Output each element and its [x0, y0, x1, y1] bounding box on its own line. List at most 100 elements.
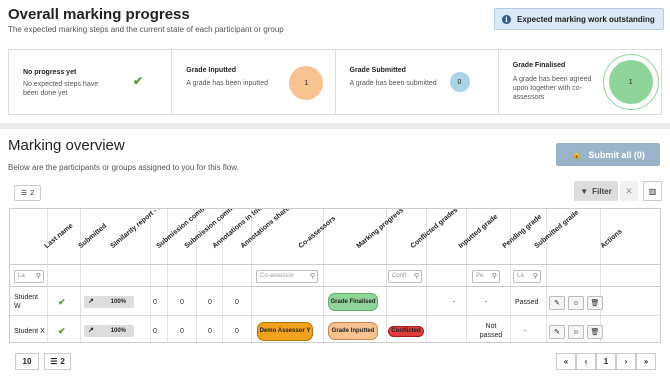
outstanding-alert: i Expected marking work outstanding: [494, 8, 664, 30]
step-title: No progress yet: [23, 69, 77, 76]
alert-text: Expected marking work outstanding: [517, 14, 655, 24]
progress-title: Overall marking progress: [8, 6, 190, 23]
last-name-filter[interactable]: La ⚲: [14, 270, 44, 283]
student-name: Student X: [14, 327, 45, 335]
conflicted-value: -: [453, 298, 456, 306]
marking-table: Last name Submitted Similarity report - …: [9, 208, 661, 343]
info-icon: i: [502, 14, 511, 24]
page-size-select[interactable]: 10: [15, 353, 39, 370]
search-icon: ⚲: [309, 273, 315, 280]
next-page-button[interactable]: ›: [616, 353, 636, 370]
inputted-filter[interactable]: Pe ⚲: [472, 270, 500, 283]
list-icon: ☰: [50, 357, 58, 366]
table-row: Student W ✔ ↗ 100% 0 0 0 0 Grade Finalise…: [10, 288, 660, 316]
progress-panel: Overall marking progress The expected ma…: [0, 0, 670, 123]
last-page-button[interactable]: »: [636, 353, 656, 370]
table-header: Last name Submitted Similarity report - …: [10, 209, 660, 265]
clear-filter-button[interactable]: ✕: [620, 181, 638, 201]
external-link-icon: ↗: [88, 327, 94, 334]
col-conflicted-grades[interactable]: Conflicted grades: [410, 209, 460, 250]
similarity-report-button[interactable]: ↗ 100%: [84, 325, 134, 337]
conflicted-filter[interactable]: Confl ⚲: [388, 270, 422, 283]
table-row: Student X ✔ ↗ 100% 0 0 0 0 Demo Assessor …: [10, 317, 660, 342]
external-link-icon: ↗: [88, 298, 94, 305]
marking-progress-badge: Grade Finalised: [328, 293, 378, 311]
col-marking-progress[interactable]: Marking progress: [356, 209, 406, 250]
inputted-grade: -: [485, 298, 488, 306]
check-icon: ✔: [58, 325, 66, 336]
current-page[interactable]: 1: [596, 353, 616, 370]
inputted-grade: Not passed: [479, 323, 503, 339]
comments-count: 0: [180, 327, 184, 335]
delete-button[interactable]: 🗑: [587, 296, 603, 310]
first-page-button[interactable]: «: [556, 353, 576, 370]
funnel-icon: ▼: [580, 186, 589, 196]
annotations-count: 0: [235, 327, 239, 335]
footer-count: 2: [60, 357, 65, 366]
annotations-count: 0: [235, 298, 239, 306]
step-count-circle: 0: [449, 72, 470, 92]
pending-grade: -: [524, 327, 527, 335]
list-toggle-footer[interactable]: ☰ 2: [44, 353, 71, 370]
step-title: Grade Submitted: [349, 67, 406, 74]
step-count-circle: 1: [289, 66, 324, 100]
co-assessor-badge: Demo Assessor Y: [257, 322, 313, 341]
lock-icon: 🔒: [571, 149, 583, 159]
filter-button[interactable]: ▼ Filter: [574, 181, 618, 201]
filter-label: Filter: [592, 186, 612, 196]
columns-icon: ▥: [648, 186, 657, 196]
search-icon: ⚲: [491, 273, 497, 280]
marking-progress-badge: Grade Inputted: [328, 322, 378, 340]
conflicted-badge: Conflicted: [388, 326, 424, 337]
list-icon: ☰: [20, 190, 28, 197]
list-toggle-button[interactable]: ☰ 2: [14, 185, 41, 201]
overview-panel: Marking overview Below are the participa…: [0, 129, 670, 377]
overview-subtitle: Below are the participants or groups ass…: [8, 163, 239, 172]
edit-icon: ✎: [554, 329, 560, 336]
col-submitted[interactable]: Submitted: [78, 223, 109, 250]
step-count-circle: 1: [608, 60, 653, 104]
submit-all-label: Submit all (0): [588, 149, 645, 160]
pending-grade: Passed: [515, 298, 539, 306]
assessor-button[interactable]: ☺: [568, 296, 584, 310]
step-desc: A grade has been submitted: [349, 80, 437, 87]
search-icon: ⚲: [532, 273, 538, 280]
step-grade-submitted: Grade Submitted A grade has been submitt…: [336, 50, 499, 114]
comments-count: 0: [153, 327, 157, 335]
search-icon: ⚲: [35, 273, 41, 280]
annotations-count: 0: [208, 298, 212, 306]
columns-button[interactable]: ▥: [643, 181, 662, 201]
comments-count: 0: [180, 298, 184, 306]
student-name: Student W: [14, 294, 39, 310]
edit-icon: ✎: [554, 300, 560, 307]
edit-button[interactable]: ✎: [549, 325, 565, 339]
col-co-assessors[interactable]: Co-assessors: [298, 215, 338, 250]
delete-button[interactable]: 🗑: [587, 325, 603, 339]
col-inputted-grade[interactable]: Inputted grade: [458, 213, 500, 250]
step-title: Grade Finalised: [512, 62, 566, 69]
step-no-progress: No progress yet No expected steps have b…: [9, 50, 173, 114]
progress-steps: No progress yet No expected steps have b…: [8, 49, 662, 115]
step-grade-finalised: Grade Finalised A grade has been agreed …: [499, 50, 661, 114]
search-icon: ⚲: [413, 273, 419, 280]
user-icon: ☺: [572, 299, 580, 307]
comments-count: 0: [153, 298, 157, 306]
list-count: 2: [30, 189, 35, 197]
col-last-name[interactable]: Last name: [44, 222, 75, 250]
step-title: Grade Inputted: [186, 67, 237, 74]
submit-all-button[interactable]: 🔒 Submit all (0): [556, 143, 660, 166]
co-assessor-filter[interactable]: Co-assessor ⚲: [256, 270, 318, 283]
check-icon: ✔: [133, 74, 144, 88]
step-desc: A grade has been inputted: [186, 80, 268, 87]
col-actions: Actions: [599, 228, 624, 250]
prev-page-button[interactable]: ‹: [576, 353, 596, 370]
check-icon: ✔: [58, 296, 66, 307]
step-desc: A grade has been agreed upon together wi…: [512, 76, 592, 101]
similarity-report-button[interactable]: ↗ 100%: [84, 296, 134, 308]
step-grade-inputted: Grade Inputted A grade has been inputted…: [172, 50, 336, 114]
trash-icon: 🗑: [590, 329, 600, 336]
pending-filter[interactable]: La ⚲: [513, 270, 541, 283]
edit-button[interactable]: ✎: [549, 296, 565, 310]
trash-icon: 🗑: [590, 300, 600, 307]
assessor-button[interactable]: ☺: [568, 325, 584, 339]
